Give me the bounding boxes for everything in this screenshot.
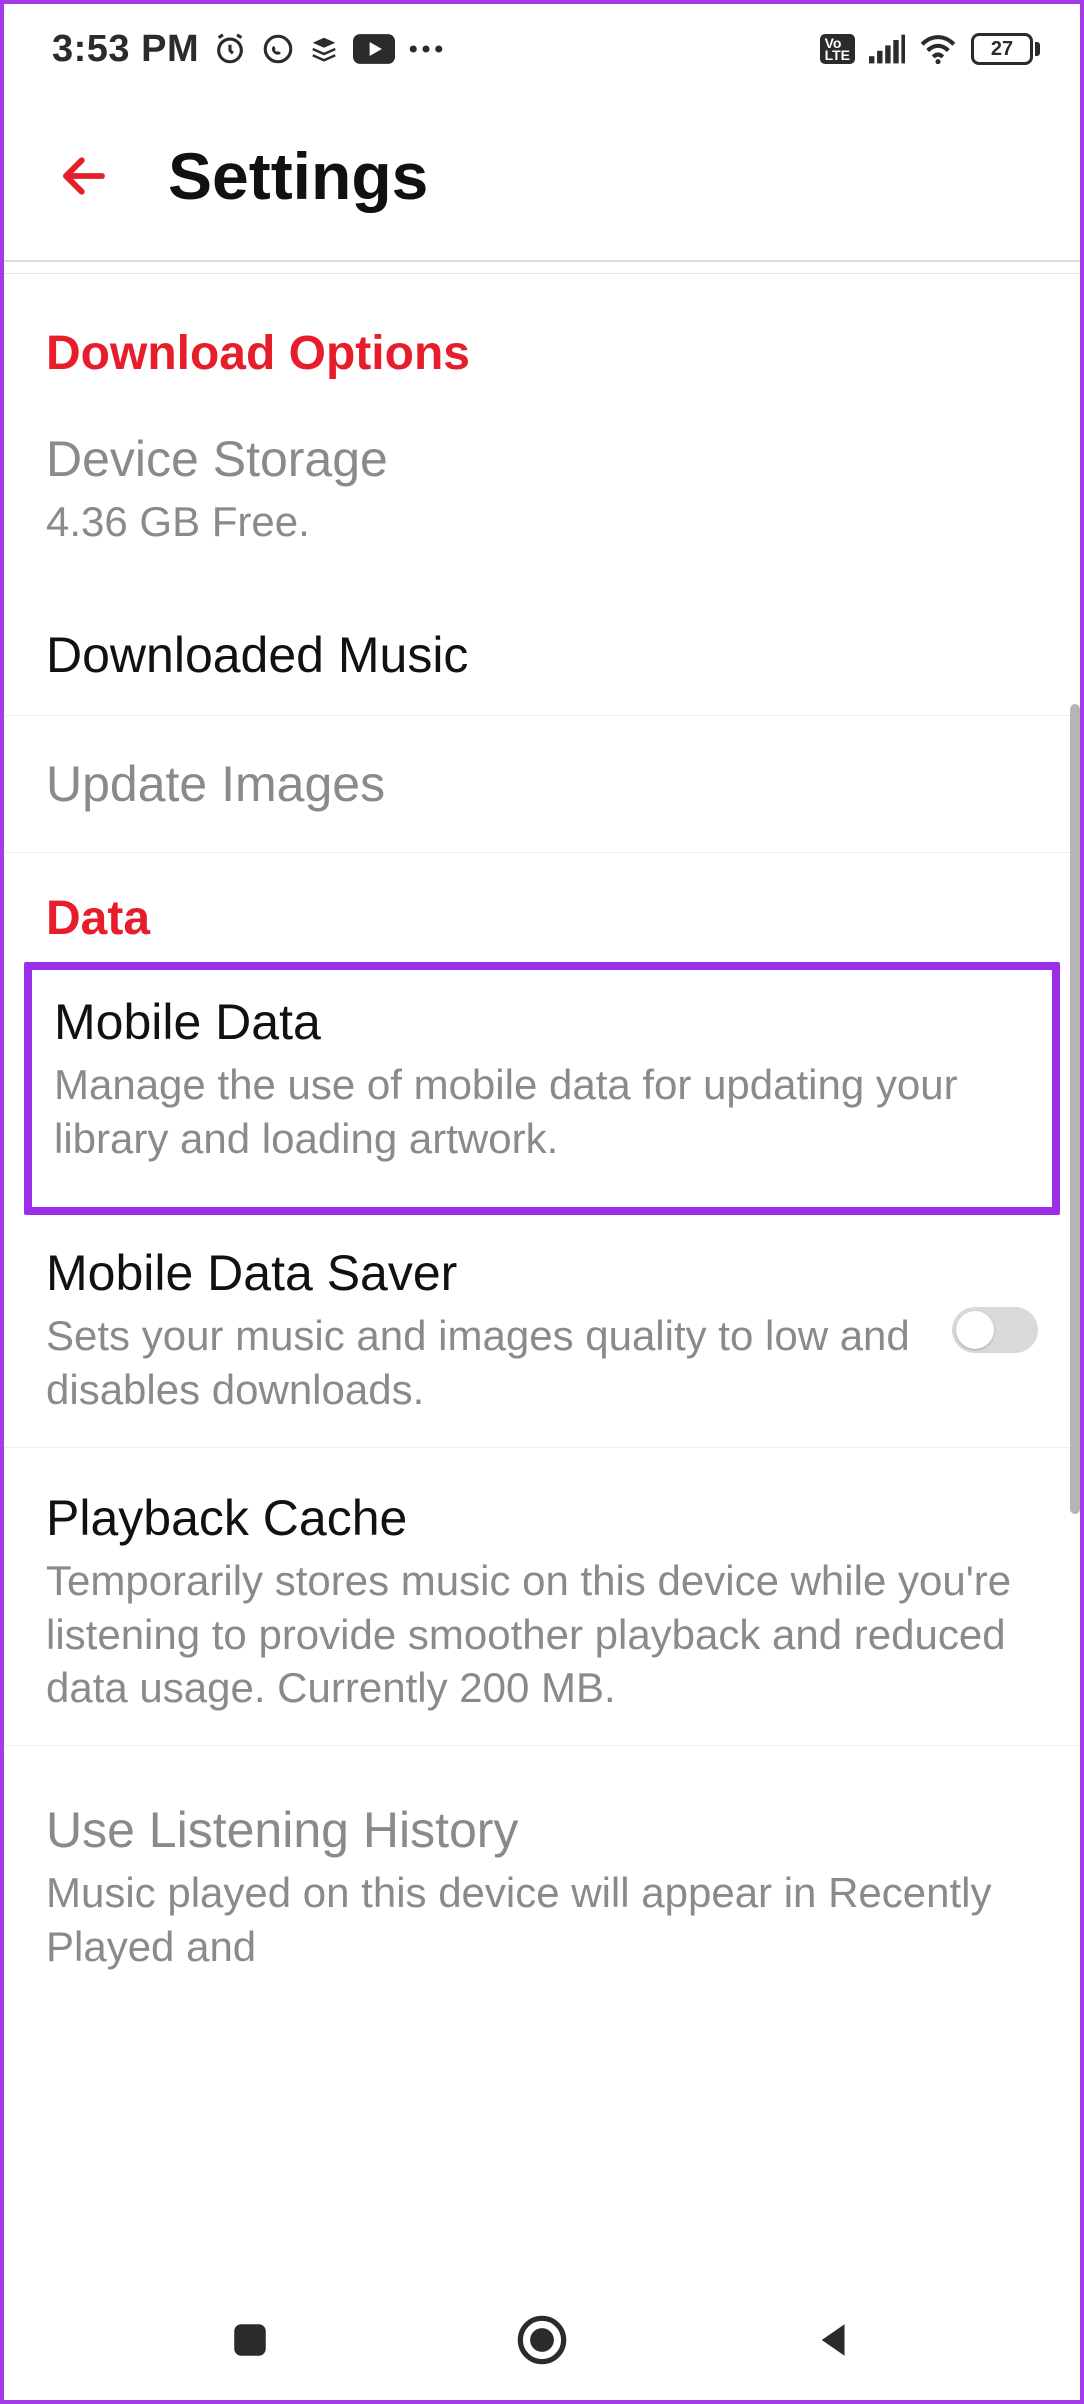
status-right: VoLTE 27 — [820, 33, 1040, 65]
section-download-options: Download Options — [4, 274, 1080, 405]
recents-button[interactable] — [210, 2300, 290, 2380]
mobile-data-saver-toggle[interactable] — [952, 1307, 1038, 1353]
row-subtitle: Sets your music and images quality to lo… — [46, 1309, 928, 1417]
youtube-icon — [353, 34, 395, 64]
row-subtitle: 4.36 GB Free. — [46, 495, 1038, 549]
volte-icon: VoLTE — [820, 34, 855, 64]
battery-icon: 27 — [971, 33, 1040, 65]
status-bar: 3:53 PM VoLTE — [4, 4, 1080, 94]
back-button[interactable] — [52, 144, 116, 208]
back-nav-button[interactable] — [794, 2300, 874, 2380]
row-title: Downloaded Music — [46, 625, 1038, 685]
row-title: Playback Cache — [46, 1488, 1038, 1548]
row-subtitle: Temporarily stores music on this device … — [46, 1554, 1038, 1715]
row-title: Mobile Data Saver — [46, 1243, 928, 1303]
whatsapp-icon — [261, 32, 295, 66]
alarm-icon — [213, 32, 247, 66]
scrollbar[interactable] — [1070, 704, 1080, 1514]
row-subtitle: Manage the use of mobile data for updati… — [54, 1058, 1030, 1166]
row-listening-history[interactable]: Use Listening History Music played on th… — [4, 1746, 1080, 2004]
settings-list[interactable]: Download Options Device Storage 4.36 GB … — [4, 274, 1080, 2280]
row-update-images[interactable]: Update Images — [4, 716, 1080, 853]
page-title: Settings — [168, 138, 428, 214]
wifi-icon — [919, 34, 957, 64]
row-title: Mobile Data — [54, 992, 1030, 1052]
status-time: 3:53 PM — [52, 28, 199, 71]
system-nav-bar — [4, 2280, 1080, 2400]
row-title: Use Listening History — [46, 1800, 1038, 1860]
row-device-storage[interactable]: Device Storage 4.36 GB Free. — [4, 405, 1080, 579]
battery-percent: 27 — [991, 38, 1013, 61]
layers-icon — [309, 32, 339, 66]
row-mobile-data[interactable]: Mobile Data Manage the use of mobile dat… — [24, 962, 1060, 1216]
divider — [4, 262, 1080, 274]
home-button[interactable] — [502, 2300, 582, 2380]
row-mobile-data-saver[interactable]: Mobile Data Saver Sets your music and im… — [4, 1225, 1080, 1448]
status-left: 3:53 PM — [52, 28, 443, 71]
more-icon — [409, 44, 443, 54]
section-data: Data — [4, 853, 1080, 956]
row-title: Device Storage — [46, 429, 1038, 489]
row-playback-cache[interactable]: Playback Cache Temporarily stores music … — [4, 1448, 1080, 1746]
app-header: Settings — [4, 94, 1080, 260]
signal-icon — [869, 34, 905, 64]
row-subtitle: Music played on this device will appear … — [46, 1866, 1038, 1974]
row-downloaded-music[interactable]: Downloaded Music — [4, 579, 1080, 716]
row-title: Update Images — [46, 754, 1038, 814]
